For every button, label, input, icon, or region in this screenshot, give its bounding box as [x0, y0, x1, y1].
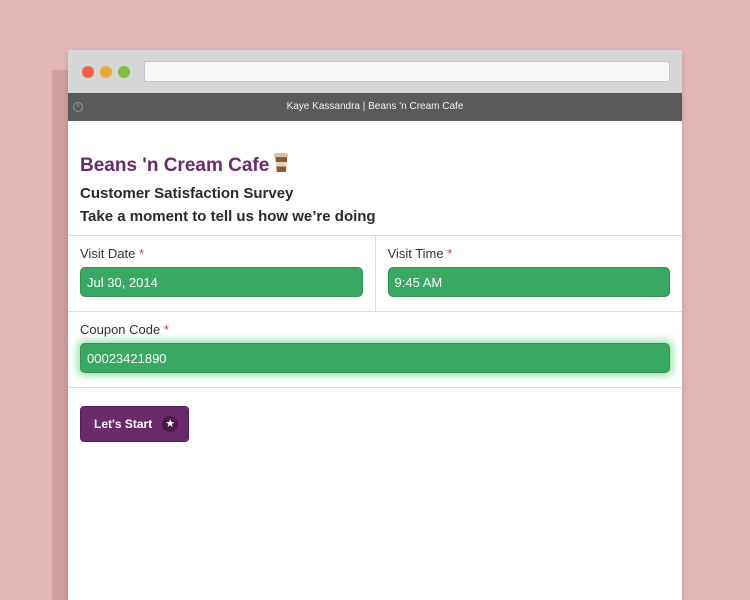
close-window-button[interactable]	[82, 66, 94, 78]
coffee-cup-icon	[274, 153, 289, 173]
visit-date-cell: Visit Date * Jul 30, 2014	[68, 236, 375, 311]
visit-time-label-text: Visit Time	[387, 246, 444, 261]
survey-tagline: Take a moment to tell us how we’re doing	[80, 208, 376, 225]
close-icon[interactable]: ×	[73, 102, 83, 112]
lets-start-label: Let's Start	[94, 417, 153, 431]
date-time-row: Visit Date * Jul 30, 2014 Visit Time * 9…	[68, 235, 682, 311]
required-marker: *	[139, 246, 145, 261]
required-marker: *	[447, 246, 453, 261]
visit-time-cell: Visit Time * 9:45 AM	[374, 236, 683, 311]
visit-date-label: Visit Date *	[80, 246, 363, 261]
coupon-code-label-text: Coupon Code	[80, 322, 161, 337]
coupon-code-field[interactable]: 00023421890	[80, 343, 670, 373]
visit-date-label-text: Visit Date	[80, 246, 136, 261]
browser-chrome	[68, 50, 682, 93]
survey-form: Beans 'n Cream Cafe Customer Satisfactio…	[68, 121, 682, 460]
maximize-window-button[interactable]	[118, 66, 130, 78]
coupon-code-label: Coupon Code *	[80, 322, 670, 337]
page-title: Kaye Kassandra | Beans 'n Cream Cafe	[286, 101, 464, 112]
coupon-code-cell: Coupon Code * 00023421890	[68, 312, 682, 387]
minimize-window-button[interactable]	[100, 66, 112, 78]
coupon-row: Coupon Code * 00023421890	[68, 311, 682, 387]
address-bar[interactable]	[144, 61, 670, 82]
lets-start-button[interactable]: Let's Start ★	[80, 406, 190, 442]
browser-window: × Kaye Kassandra | Beans 'n Cream Cafe B…	[68, 50, 682, 600]
visit-date-field[interactable]: Jul 30, 2014	[80, 267, 363, 297]
form-header: Beans 'n Cream Cafe Customer Satisfactio…	[68, 121, 682, 235]
tab-bar: × Kaye Kassandra | Beans 'n Cream Cafe	[68, 93, 682, 121]
visit-time-field[interactable]: 9:45 AM	[387, 267, 670, 297]
actions-row: Let's Start ★	[68, 387, 682, 460]
brand-heading: Beans 'n Cream Cafe	[80, 153, 670, 177]
visit-time-label: Visit Time *	[388, 246, 671, 261]
required-marker: *	[163, 322, 169, 337]
survey-title: Customer Satisfaction Survey	[80, 185, 294, 202]
star-icon: ★	[162, 416, 179, 432]
brand-name: Beans 'n Cream Cafe	[80, 155, 270, 176]
